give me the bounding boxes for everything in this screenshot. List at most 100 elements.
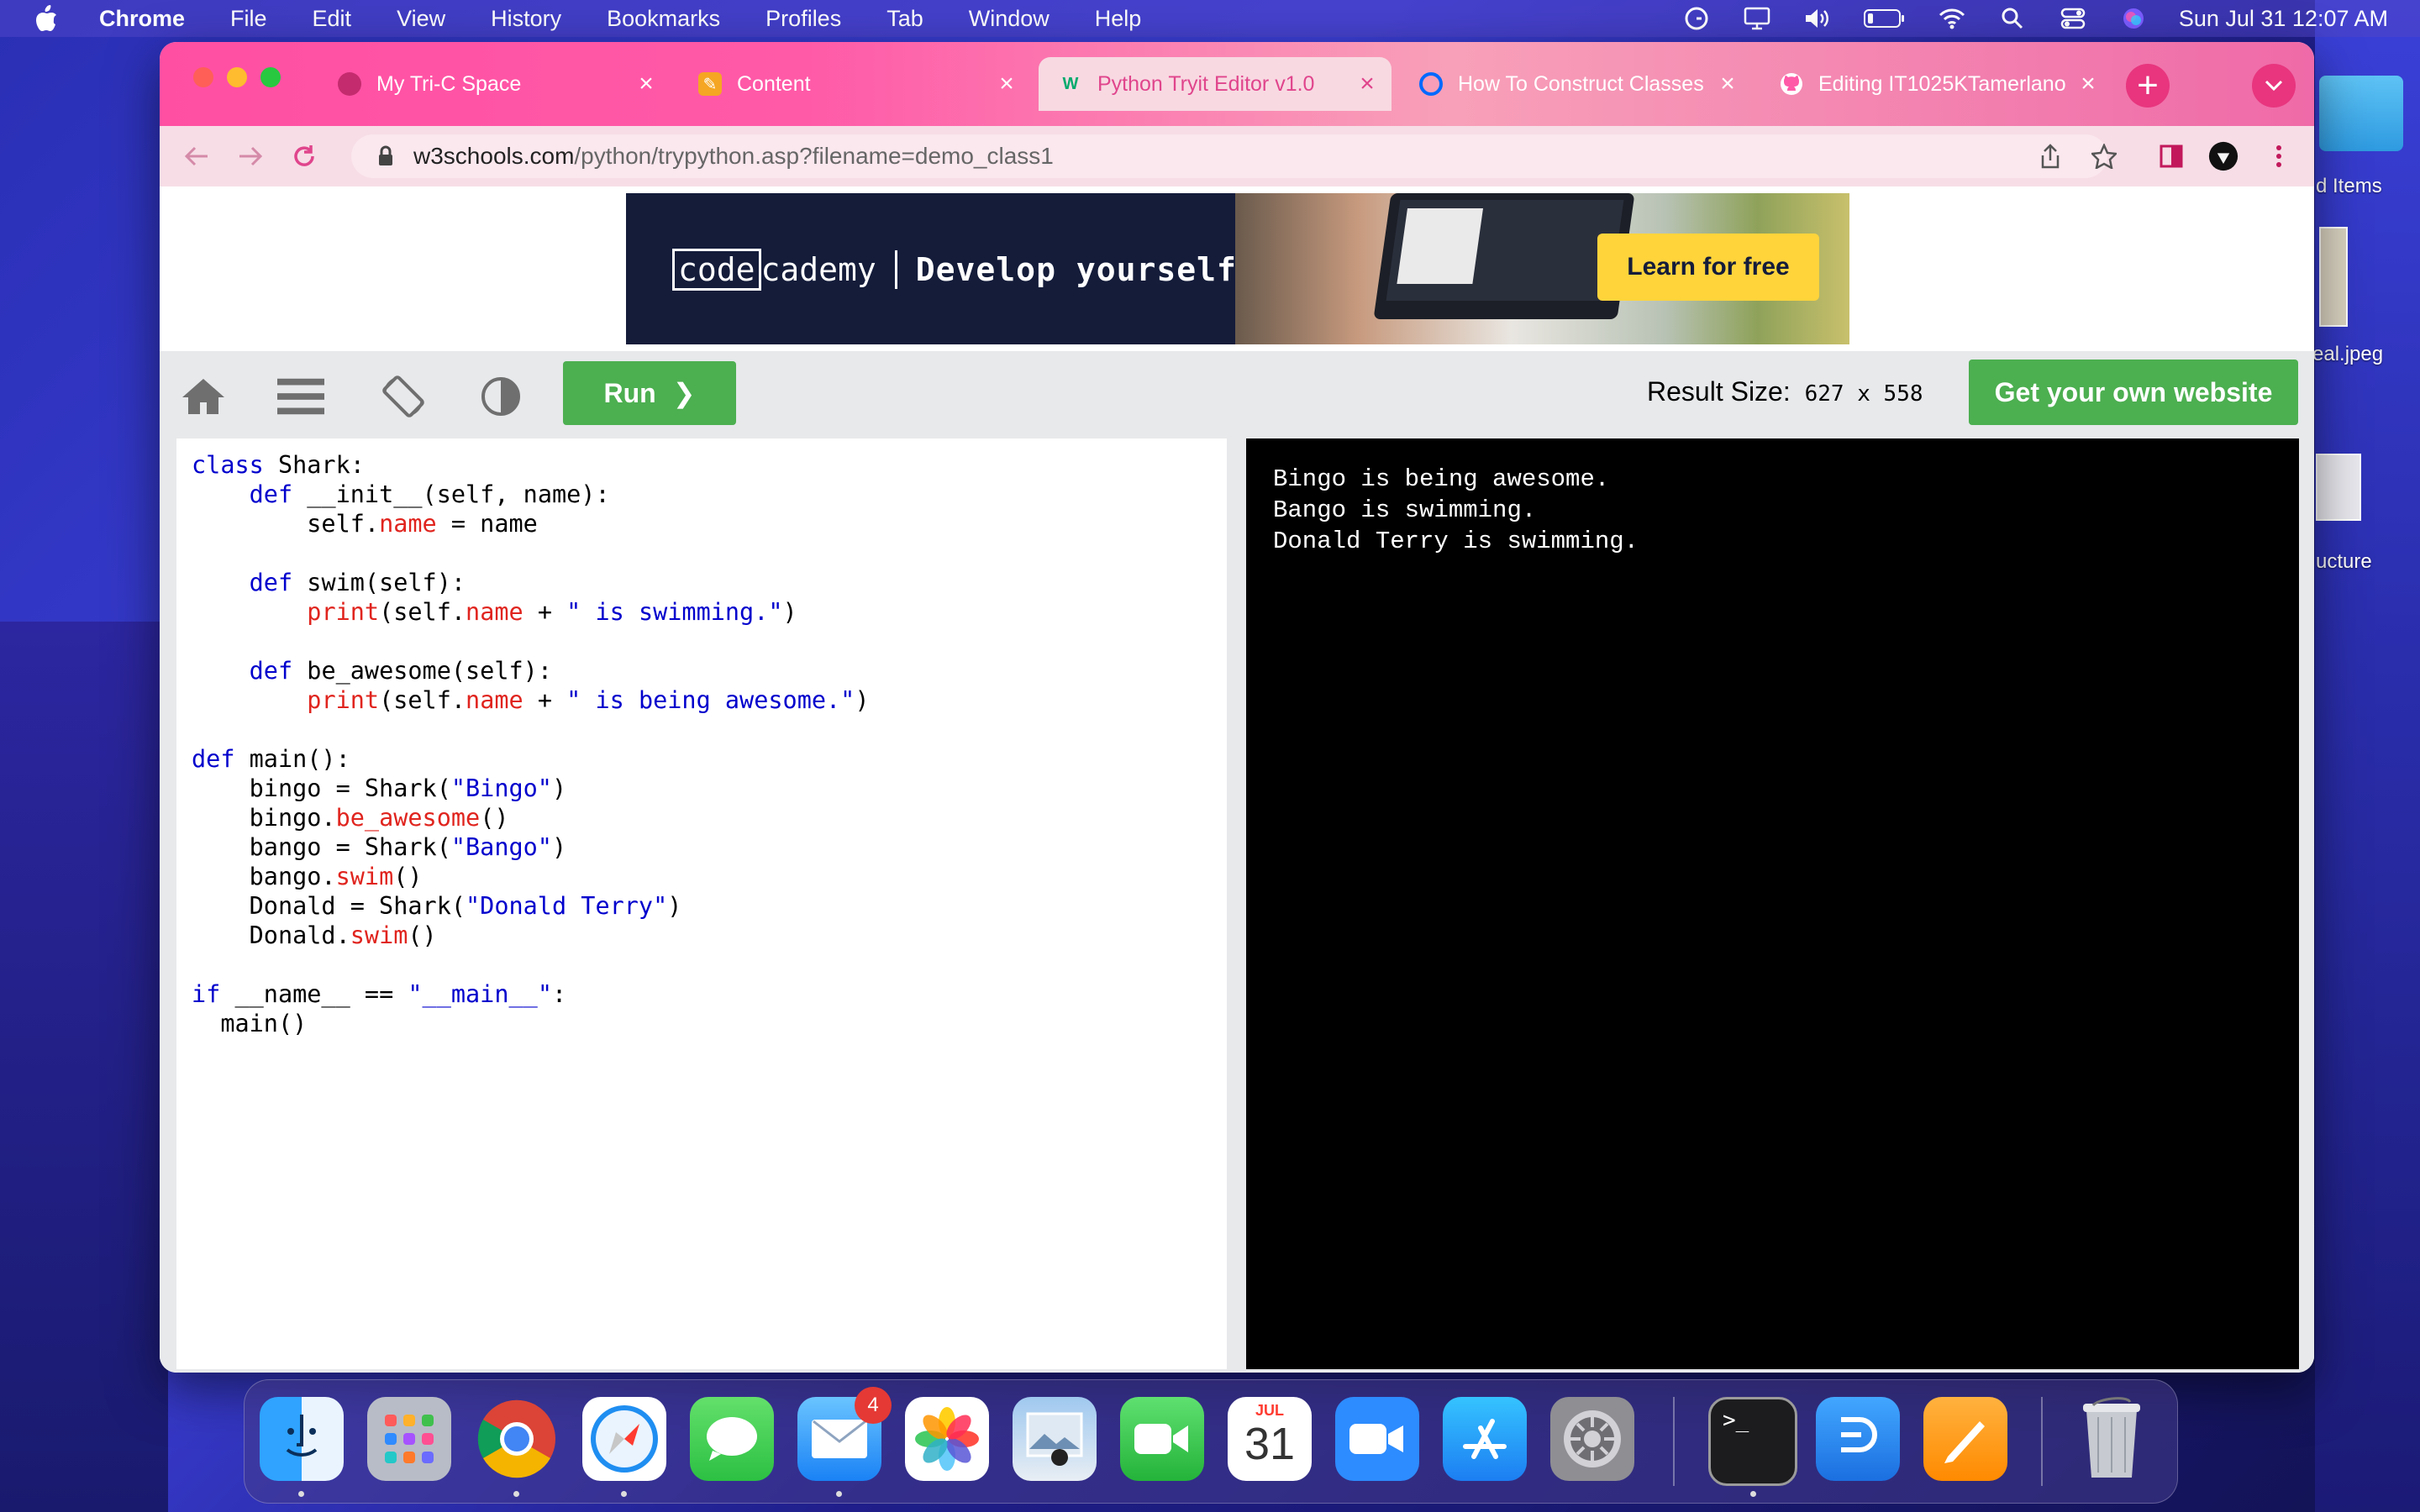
close-tab-icon[interactable]: × xyxy=(1715,70,1740,98)
chrome-menu-icon[interactable] xyxy=(2264,141,2294,171)
ad-tagline: Develop yourself xyxy=(915,251,1237,288)
codecademy-ad-banner[interactable]: code cademy Develop yourself Learn for fr… xyxy=(626,193,1849,344)
menu-bookmarks[interactable]: Bookmarks xyxy=(584,6,743,32)
theme-contrast-icon[interactable] xyxy=(477,373,524,420)
facetime-icon[interactable] xyxy=(1120,1397,1204,1481)
running-indicator xyxy=(1750,1491,1756,1497)
grammarly-icon[interactable] xyxy=(1681,6,1712,31)
new-tab-button[interactable]: + xyxy=(2126,64,2170,108)
result-size: Result Size: 627 x 558 xyxy=(1647,376,1923,407)
minimize-window-button[interactable] xyxy=(227,67,247,87)
digitalocean-favicon-icon xyxy=(1419,72,1443,96)
code-text[interactable]: class Shark: def __init__(self, name): s… xyxy=(176,438,1227,1050)
finder-icon[interactable] xyxy=(260,1397,344,1481)
tab-title: How To Construct Classes xyxy=(1458,71,1704,96)
run-button[interactable]: Run ❯ xyxy=(563,361,736,425)
menu-app-name[interactable]: Chrome xyxy=(89,6,208,32)
launchpad-icon[interactable] xyxy=(367,1397,451,1481)
menu-window[interactable]: Window xyxy=(946,6,1072,32)
display-icon[interactable] xyxy=(1742,6,1772,31)
result-size-label: Result Size: xyxy=(1647,376,1791,407)
menu-history[interactable]: History xyxy=(468,6,584,32)
trash-icon[interactable] xyxy=(2070,1397,2154,1481)
terminal-prompt: >_ xyxy=(1723,1408,1749,1433)
learn-for-free-button[interactable]: Learn for free xyxy=(1597,234,1819,301)
close-tab-icon[interactable]: × xyxy=(2075,70,2101,98)
zoom-window-button[interactable] xyxy=(260,67,281,87)
close-tab-icon[interactable]: × xyxy=(1355,70,1380,98)
zoom-icon[interactable] xyxy=(1335,1397,1419,1481)
chevron-right-icon: ❯ xyxy=(672,378,696,408)
logo-code-box: code xyxy=(672,249,761,291)
tab-python-tryit-editor[interactable]: W Python Tryit Editor v1.0 × xyxy=(1039,57,1392,111)
menu-profiles[interactable]: Profiles xyxy=(743,6,864,32)
desktop-label-items[interactable]: d Items xyxy=(2316,175,2382,198)
wallpaper xyxy=(0,622,168,1512)
menu-edit[interactable]: Edit xyxy=(290,6,375,32)
dict-icon[interactable] xyxy=(1816,1397,1900,1481)
status-area: Sun Jul 31 12:07 AM xyxy=(1666,0,2420,37)
menu-clock[interactable]: Sun Jul 31 12:07 AM xyxy=(2179,6,2388,32)
tab-editing-github[interactable]: Editing IT1025KTamerlano × xyxy=(1760,57,2112,111)
menu-help[interactable]: Help xyxy=(1072,6,1165,32)
calendar-icon[interactable]: JUL 31 xyxy=(1228,1397,1312,1481)
logo-cademy: cademy xyxy=(760,251,876,288)
menu-tab[interactable]: Tab xyxy=(864,6,946,32)
terminal-icon[interactable]: >_ xyxy=(1708,1397,1797,1486)
spotlight-search-icon[interactable] xyxy=(1997,6,2028,31)
desktop-item-screenshot[interactable] xyxy=(2316,454,2361,521)
share-icon[interactable] xyxy=(2035,141,2065,171)
github-favicon-icon xyxy=(1780,72,1803,96)
tri-c-favicon-icon xyxy=(338,72,361,96)
app-store-icon[interactable] xyxy=(1443,1397,1527,1481)
reload-icon[interactable] xyxy=(289,141,319,171)
photos-icon[interactable] xyxy=(905,1397,989,1481)
mail-unread-badge: 4 xyxy=(855,1387,892,1424)
menu-file[interactable]: File xyxy=(208,6,290,32)
safari-icon[interactable] xyxy=(582,1397,666,1481)
volume-icon[interactable] xyxy=(1802,6,1833,31)
profile-avatar[interactable] xyxy=(2208,141,2238,171)
close-tab-icon[interactable]: × xyxy=(994,70,1019,98)
tab-search-chevron-icon[interactable] xyxy=(2252,64,2296,108)
menu-view[interactable]: View xyxy=(374,6,468,32)
laptop-image xyxy=(1373,193,1635,319)
menu-hamburger-icon[interactable] xyxy=(277,373,324,420)
tab-how-to-construct-classes[interactable]: How To Construct Classes × xyxy=(1399,57,1752,111)
desktop-item-image[interactable] xyxy=(2319,227,2348,327)
pages-icon[interactable] xyxy=(1923,1397,2007,1481)
wifi-icon[interactable] xyxy=(1937,6,1967,31)
address-bar[interactable]: w3schools.com/python/trypython.asp?filen… xyxy=(351,134,2107,178)
desktop-label-jpeg[interactable]: eal.jpeg xyxy=(2312,343,2383,366)
back-arrow-icon[interactable] xyxy=(182,141,212,171)
system-preferences-icon[interactable] xyxy=(1550,1397,1634,1481)
result-size-value: 627 x 558 xyxy=(1804,381,1923,407)
home-icon[interactable] xyxy=(180,373,227,420)
code-editor[interactable]: class Shark: def __init__(self, name): s… xyxy=(176,438,1227,1369)
bookmark-star-icon[interactable] xyxy=(2089,141,2119,171)
lock-icon[interactable] xyxy=(375,145,397,167)
close-window-button[interactable] xyxy=(193,67,213,87)
battery-icon[interactable] xyxy=(1863,6,1907,31)
siri-icon[interactable] xyxy=(2118,6,2149,31)
get-your-own-website-button[interactable]: Get your own website xyxy=(1969,360,2298,425)
rotate-orientation-icon[interactable] xyxy=(380,373,427,420)
url-path: /python/trypython.asp?filename=demo_clas… xyxy=(574,143,1054,169)
side-panel-icon[interactable] xyxy=(2156,141,2186,171)
tab-strip: My Tri-C Space × ✎ Content × W Python Tr… xyxy=(160,42,2314,126)
dock-separator xyxy=(2041,1397,2043,1486)
tab-content[interactable]: ✎ Content × xyxy=(678,57,1031,111)
menu-bar: Chrome File Edit View History Bookmarks … xyxy=(0,0,2420,37)
tryit-toolbar: Run ❯ Result Size: 627 x 558 Get your ow… xyxy=(160,351,2314,435)
forward-arrow-icon[interactable] xyxy=(235,141,266,171)
messages-icon[interactable] xyxy=(690,1397,774,1481)
desktop-item-folder[interactable] xyxy=(2319,76,2403,151)
chrome-icon[interactable] xyxy=(475,1397,559,1481)
tab-my-tri-c-space[interactable]: My Tri-C Space × xyxy=(318,57,671,111)
control-center-icon[interactable] xyxy=(2058,6,2088,31)
preview-icon[interactable] xyxy=(1013,1397,1097,1481)
desktop-label-structure[interactable]: ucture xyxy=(2316,550,2372,574)
tab-title: Python Tryit Editor v1.0 xyxy=(1097,71,1315,96)
close-tab-icon[interactable]: × xyxy=(634,70,659,98)
apple-icon[interactable] xyxy=(34,4,59,33)
